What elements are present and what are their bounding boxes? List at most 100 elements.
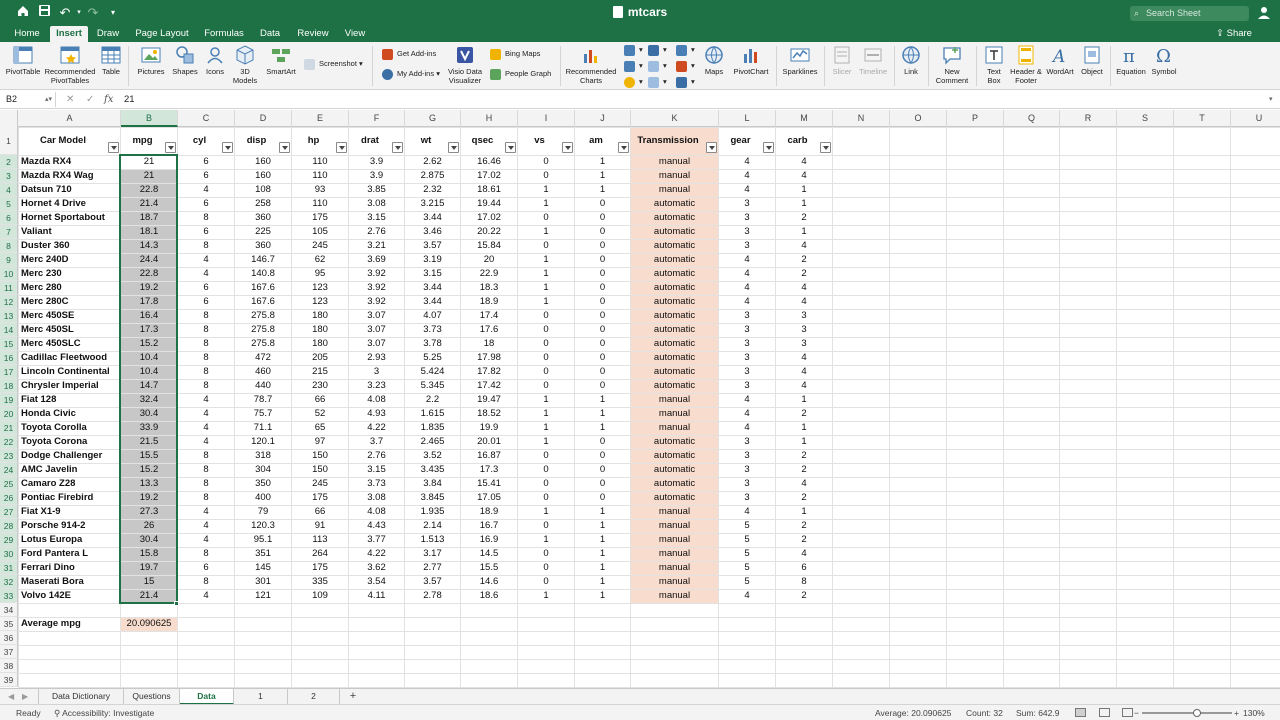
cell-vs[interactable]: 0 — [518, 519, 574, 533]
cell-drat[interactable]: 2.76 — [349, 449, 404, 463]
cell-drat[interactable]: 3.21 — [349, 239, 404, 253]
cell-qsec[interactable]: 19.44 — [461, 197, 517, 211]
cell-am[interactable]: 0 — [575, 351, 630, 365]
recommended-pivot-button[interactable]: Recommended PivotTables — [44, 44, 96, 85]
cell-disp[interactable]: 258 — [235, 197, 291, 211]
row-header[interactable]: 18 — [0, 379, 18, 393]
cell-car-model[interactable]: Toyota Corona — [19, 435, 120, 449]
cell-transmission[interactable]: manual — [631, 561, 718, 575]
scatter-chart-button[interactable]: ▾ — [648, 60, 667, 72]
cell-disp[interactable]: 275.8 — [235, 323, 291, 337]
average-value-cell[interactable]: 20.090625 — [121, 617, 177, 631]
cell-vs[interactable]: 0 — [518, 575, 574, 589]
cell-disp[interactable]: 351 — [235, 547, 291, 561]
select-all-corner[interactable] — [0, 110, 18, 127]
home-icon[interactable] — [14, 4, 32, 22]
cell-gear[interactable]: 5 — [719, 575, 775, 589]
cell-disp[interactable]: 160 — [235, 155, 291, 169]
cell-transmission[interactable]: automatic — [631, 435, 718, 449]
column-chart-button[interactable]: ▾ — [624, 44, 643, 56]
cell-drat[interactable]: 3.92 — [349, 295, 404, 309]
cell-car-model[interactable]: Cadillac Fleetwood — [19, 351, 120, 365]
cell-vs[interactable]: 1 — [518, 505, 574, 519]
cell-drat[interactable]: 3.9 — [349, 155, 404, 169]
worksheet-grid[interactable]: ABCDEFGHIJKLMNOPQRSTU 1 2 3 4 5 6 7 8 9 10 11 12 13 1… — [0, 110, 1280, 688]
row-header[interactable]: 13 — [0, 309, 18, 323]
cell-transmission[interactable]: automatic — [631, 379, 718, 393]
cell-car-model[interactable]: Merc 280C — [19, 295, 120, 309]
cell-transmission[interactable]: manual — [631, 547, 718, 561]
cell-car-model[interactable]: Merc 450SL — [19, 323, 120, 337]
cell-car-model[interactable]: Camaro Z28 — [19, 477, 120, 491]
cell-gear[interactable]: 3 — [719, 365, 775, 379]
cell-car-model[interactable]: Ford Pantera L — [19, 547, 120, 561]
row-header[interactable]: 26 — [0, 491, 18, 505]
cell-cyl[interactable]: 8 — [178, 239, 234, 253]
cell-carb[interactable]: 3 — [776, 309, 832, 323]
cell-hp[interactable]: 175 — [292, 491, 348, 505]
cell-car-model[interactable]: AMC Javelin — [19, 463, 120, 477]
cell-car-model[interactable]: Porsche 914-2 — [19, 519, 120, 533]
cell-hp[interactable]: 264 — [292, 547, 348, 561]
bing-maps-button[interactable]: Bing Maps — [490, 48, 540, 60]
row-header[interactable]: 30 — [0, 547, 18, 561]
equation-button[interactable]: π Equation — [1114, 44, 1148, 77]
cell-car-model[interactable]: Toyota Corolla — [19, 421, 120, 435]
cell-carb[interactable]: 2 — [776, 589, 832, 603]
cell-car-model[interactable]: Duster 360 — [19, 239, 120, 253]
customize-toolbar-icon[interactable]: ▾ — [104, 4, 122, 22]
cell-hp[interactable]: 110 — [292, 197, 348, 211]
header-cell-vs[interactable]: vs — [518, 127, 561, 155]
my-addins-button[interactable]: My Add-ins ▾ — [382, 68, 440, 80]
cell-am[interactable]: 0 — [575, 225, 630, 239]
cell-vs[interactable]: 1 — [518, 183, 574, 197]
header-cell-mpg[interactable]: mpg — [121, 127, 164, 155]
row-header[interactable]: 33 — [0, 589, 18, 603]
cell-wt[interactable]: 2.2 — [405, 393, 460, 407]
cell-qsec[interactable]: 19.9 — [461, 421, 517, 435]
cell-gear[interactable]: 3 — [719, 225, 775, 239]
cell-gear[interactable]: 3 — [719, 323, 775, 337]
cell-wt[interactable]: 5.424 — [405, 365, 460, 379]
cell-wt[interactable]: 3.17 — [405, 547, 460, 561]
column-header[interactable]: H — [461, 110, 518, 127]
fill-handle[interactable] — [174, 601, 179, 606]
cell-hp[interactable]: 215 — [292, 365, 348, 379]
filter-dropdown-icon[interactable] — [165, 142, 176, 153]
cell-qsec[interactable]: 22.9 — [461, 267, 517, 281]
column-header[interactable]: K — [631, 110, 719, 127]
cell-am[interactable]: 0 — [575, 491, 630, 505]
cell-wt[interactable]: 1.615 — [405, 407, 460, 421]
cell-gear[interactable]: 4 — [719, 281, 775, 295]
cell-vs[interactable]: 0 — [518, 169, 574, 183]
cell-carb[interactable]: 2 — [776, 449, 832, 463]
cell-qsec[interactable]: 17.05 — [461, 491, 517, 505]
cell-carb[interactable]: 4 — [776, 547, 832, 561]
cell-carb[interactable]: 4 — [776, 365, 832, 379]
cell-gear[interactable]: 3 — [719, 379, 775, 393]
cell-drat[interactable]: 4.08 — [349, 505, 404, 519]
next-sheet-icon[interactable]: ▶ — [22, 689, 28, 705]
header-cell-drat[interactable]: drat — [349, 127, 391, 155]
cell-drat[interactable]: 3.23 — [349, 379, 404, 393]
cell-transmission[interactable]: automatic — [631, 211, 718, 225]
3d-models-button[interactable]: 3D Models — [230, 44, 260, 85]
cell-cyl[interactable]: 4 — [178, 435, 234, 449]
cell-carb[interactable]: 1 — [776, 393, 832, 407]
column-header[interactable]: M — [776, 110, 833, 127]
pivot-chart-button[interactable]: PivotChart — [730, 44, 772, 77]
cell-cyl[interactable]: 8 — [178, 365, 234, 379]
cell-car-model[interactable]: Merc 240D — [19, 253, 120, 267]
cell-vs[interactable]: 1 — [518, 281, 574, 295]
cell-vs[interactable]: 0 — [518, 323, 574, 337]
cell-car-model[interactable]: Lincoln Continental — [19, 365, 120, 379]
cell-wt[interactable]: 3.46 — [405, 225, 460, 239]
cell-vs[interactable]: 0 — [518, 561, 574, 575]
cell-cyl[interactable]: 6 — [178, 561, 234, 575]
cell-transmission[interactable]: manual — [631, 533, 718, 547]
cell-wt[interactable]: 3.15 — [405, 267, 460, 281]
cell-gear[interactable]: 3 — [719, 435, 775, 449]
share-button[interactable]: ⇪ Share — [1216, 26, 1252, 42]
screenshot-button[interactable]: Screenshot ▾ — [304, 58, 363, 70]
cell-am[interactable]: 0 — [575, 477, 630, 491]
